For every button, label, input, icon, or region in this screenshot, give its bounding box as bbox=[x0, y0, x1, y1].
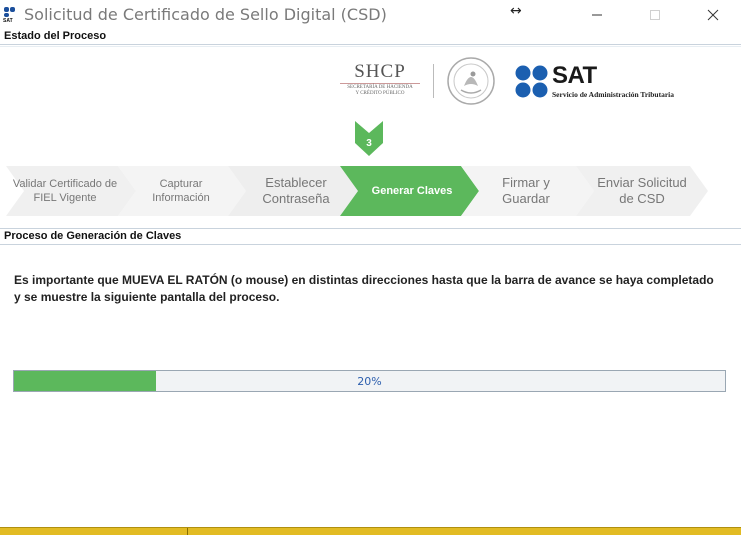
close-button[interactable] bbox=[690, 0, 736, 29]
sat-logo-title: SAT bbox=[552, 62, 597, 89]
divider bbox=[0, 228, 741, 229]
sat-logo-icon bbox=[515, 65, 548, 98]
step-capturar-informacion: Capturar Información bbox=[152, 178, 210, 204]
shcp-logo-subtitle-2: Y CRÉDITO PÚBLICO bbox=[355, 91, 405, 96]
estado-section-title: Estado del Proceso bbox=[4, 30, 107, 42]
mexico-seal-icon bbox=[447, 57, 495, 105]
step-validar-fiel: Validar Certificado de FIEL Vigente bbox=[12, 178, 118, 204]
logo-divider bbox=[433, 64, 434, 98]
step-establecer-contrasena: Establecer Contraseña bbox=[262, 175, 330, 206]
sat-logo-subtitle: Servicio de Administración Tributaria bbox=[552, 90, 675, 99]
shcp-logo: SHCP SECRETARÍA DE HACIENDA Y CRÉDITO PÚ… bbox=[336, 62, 424, 102]
proceso-section-title: Proceso de Generación de Claves bbox=[4, 230, 182, 242]
divider bbox=[0, 44, 741, 45]
status-bar bbox=[0, 527, 741, 535]
progress-bar: 20% bbox=[13, 370, 726, 392]
step-enviar-solicitud: Enviar Solicitud de CSD bbox=[597, 175, 687, 206]
divider bbox=[0, 46, 741, 47]
title-bar: SAT Solicitud de Certificado de Sello Di… bbox=[0, 0, 741, 29]
divider bbox=[0, 244, 741, 245]
status-bar-divider bbox=[187, 528, 188, 535]
resize-icon[interactable]: ↔ bbox=[510, 3, 522, 19]
shcp-logo-title: SHCP bbox=[354, 61, 406, 82]
close-icon bbox=[707, 9, 719, 20]
process-steps: Validar Certificado de FIEL Vigente Capt… bbox=[0, 166, 741, 216]
sat-logo: SAT Servicio de Administración Tributari… bbox=[514, 62, 694, 100]
minimize-icon bbox=[592, 14, 602, 15]
svg-text:SAT: SAT bbox=[3, 18, 13, 22]
step-firmar-guardar: Firmar y Guardar bbox=[502, 175, 550, 206]
minimize-button[interactable] bbox=[574, 0, 620, 29]
maximize-icon bbox=[650, 9, 660, 20]
window-title: Solicitud de Certificado de Sello Digita… bbox=[24, 5, 387, 24]
current-step-number: 3 bbox=[366, 138, 372, 149]
step-generar-claves: Generar Claves bbox=[371, 185, 453, 197]
sat-app-icon: SAT bbox=[3, 7, 15, 22]
progress-label: 20% bbox=[357, 374, 382, 388]
maximize-button[interactable] bbox=[632, 0, 678, 29]
instructions-text: Es importante que MUEVA EL RATÓN (o mous… bbox=[14, 273, 714, 304]
